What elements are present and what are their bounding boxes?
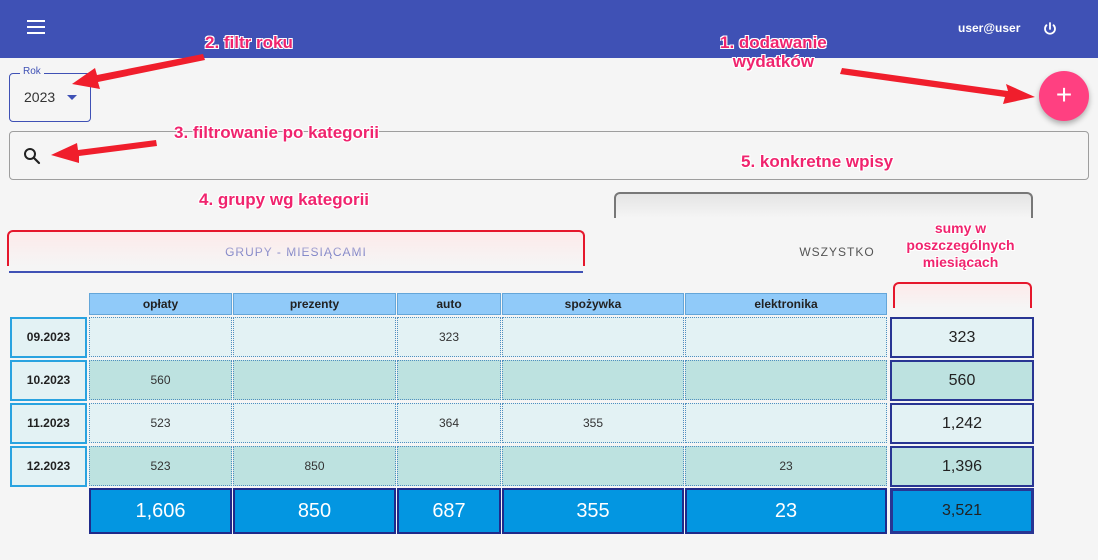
table-cell	[397, 446, 501, 486]
table-cell: 355	[502, 403, 684, 443]
table-cell: 364	[397, 403, 501, 443]
table-cell: 850	[233, 446, 396, 486]
category-total: 850	[233, 488, 396, 534]
add-expense-button[interactable]: +	[1039, 71, 1089, 121]
annotation-add-expenses: 1. dodawanie wydatków	[720, 33, 827, 71]
month-sum: 1,396	[890, 446, 1034, 487]
column-header: spożywka	[502, 293, 684, 315]
month-sum: 323	[890, 317, 1034, 358]
menu-icon[interactable]	[27, 20, 45, 34]
category-search[interactable]	[9, 131, 1089, 180]
table-cell	[685, 317, 887, 357]
tab-all[interactable]: WSZYSTKO	[787, 232, 887, 272]
table-cell: 323	[397, 317, 501, 357]
table-cell: 560	[89, 360, 232, 400]
table-cell	[89, 317, 232, 357]
table-cell: 523	[89, 446, 232, 486]
year-value: 2023	[24, 89, 56, 105]
entries-bracket	[614, 192, 1033, 218]
column-header: elektronika	[685, 293, 887, 315]
month-label: 11.2023	[10, 403, 87, 444]
table-cell: 523	[89, 403, 232, 443]
month-label: 12.2023	[10, 446, 87, 487]
search-input[interactable]	[50, 142, 1054, 170]
category-total: 355	[502, 488, 684, 534]
table-cell	[685, 360, 887, 400]
category-total: 687	[397, 488, 501, 534]
annotation-category-filter: 3. filtrowanie po kategorii	[174, 123, 379, 142]
grand-total: 3,521	[890, 488, 1034, 534]
app-bar: user@user	[0, 0, 1098, 58]
search-icon	[24, 148, 41, 165]
table-cell	[502, 446, 684, 486]
groups-bracket	[7, 230, 585, 266]
month-label: 09.2023	[10, 317, 87, 358]
table-cell	[233, 403, 396, 443]
table-cell	[233, 317, 396, 357]
arrow-add	[840, 68, 1035, 104]
sums-bracket	[893, 282, 1032, 308]
table-cell	[397, 360, 501, 400]
category-total: 1,606	[89, 488, 232, 534]
month-sum: 1,242	[890, 403, 1034, 444]
add-icon: +	[1055, 79, 1073, 110]
table-cell	[685, 403, 887, 443]
column-header: opłaty	[89, 293, 232, 315]
year-label: Rok	[20, 66, 44, 77]
annotation-add-text: 1. dodawanie wydatków	[720, 33, 827, 71]
table-cell: 23	[685, 446, 887, 486]
power-icon[interactable]	[1040, 19, 1060, 39]
column-header: prezenty	[233, 293, 396, 315]
annotation-sums-text: sumy w poszczególnych miesiącach	[906, 220, 1015, 270]
table-cell	[502, 360, 684, 400]
annotation-monthly-sums: sumy w poszczególnych miesiącach	[897, 220, 1024, 271]
column-header: auto	[397, 293, 501, 315]
annotation-category-groups: 4. grupy wg kategorii	[199, 190, 370, 209]
active-tab-indicator	[9, 271, 583, 273]
month-sum: 560	[890, 360, 1034, 401]
annotation-year-filter: 2. filtr roku	[205, 33, 293, 52]
month-label: 10.2023	[10, 360, 87, 401]
year-select[interactable]: Rok 2023	[9, 66, 91, 122]
user-email: user@user	[958, 21, 1021, 35]
arrow-year	[72, 54, 205, 89]
dropdown-caret-icon	[67, 95, 77, 100]
annotation-entries: 5. konkretne wpisy	[741, 152, 894, 171]
category-total: 23	[685, 488, 887, 534]
table-cell	[233, 360, 396, 400]
table-cell	[502, 317, 684, 357]
